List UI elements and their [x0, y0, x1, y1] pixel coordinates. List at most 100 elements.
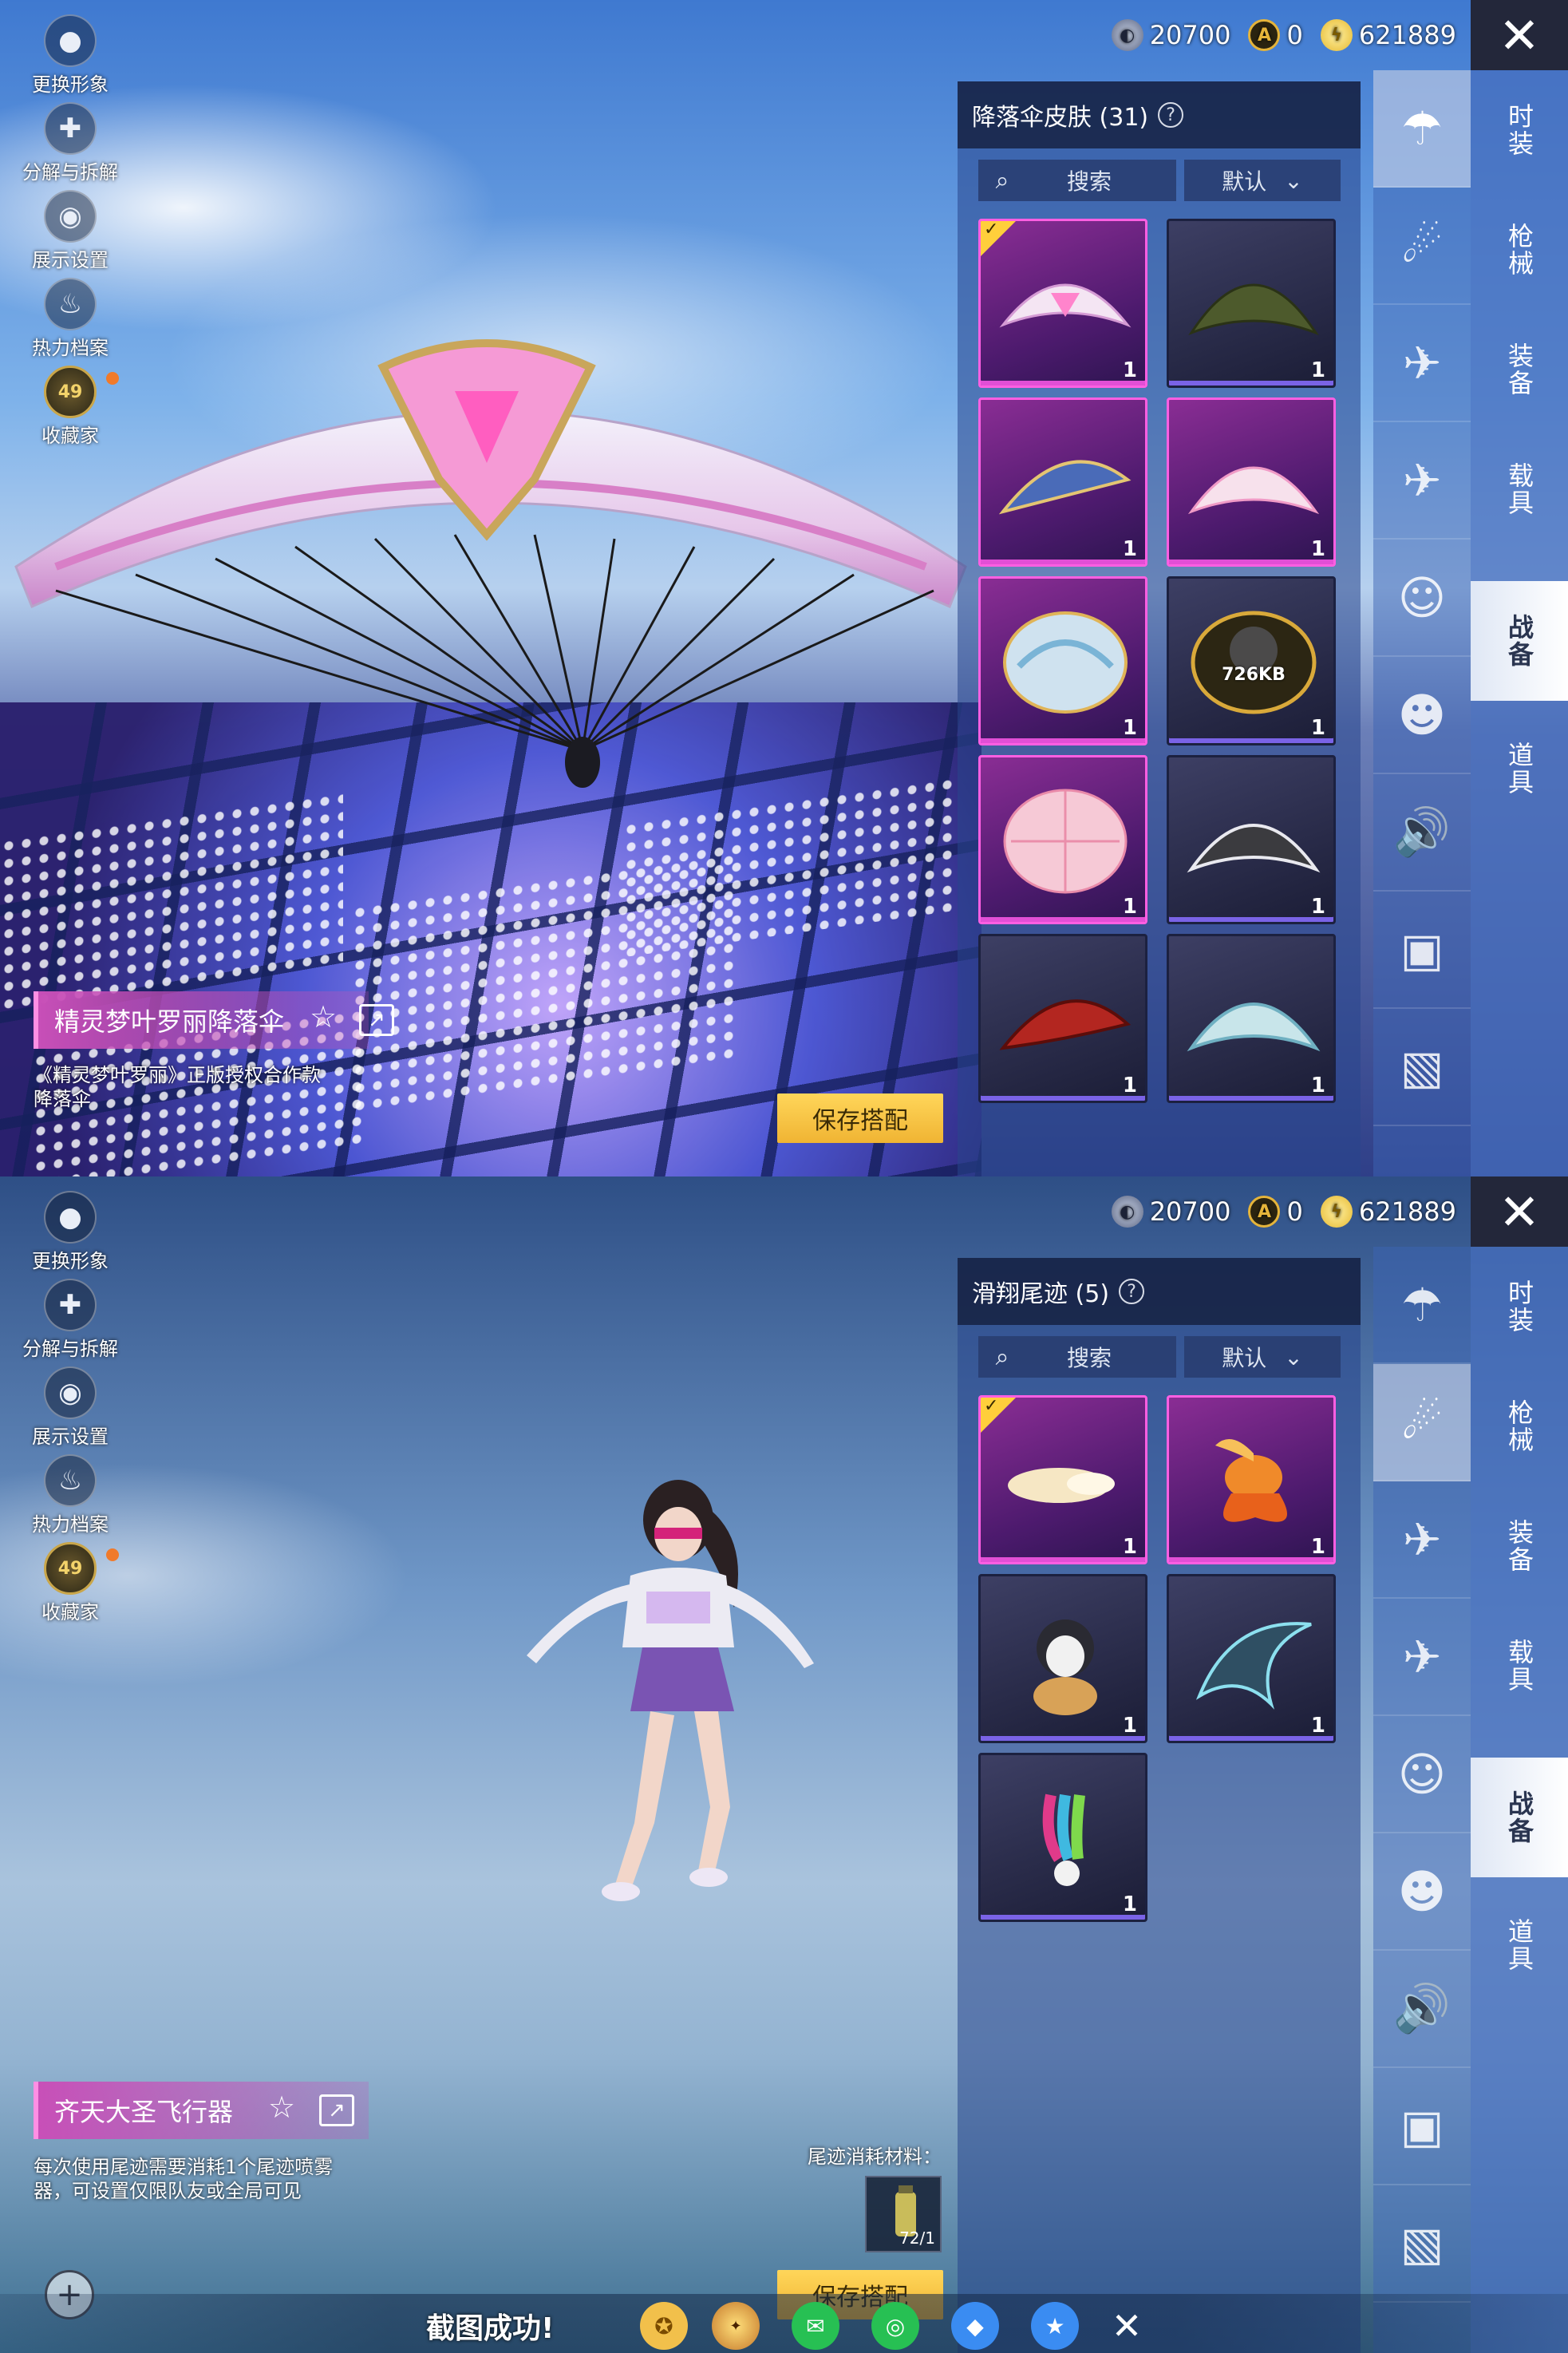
voice-icon[interactable]: 🔊: [1373, 774, 1471, 892]
favorite-star-icon[interactable]: ☆: [310, 999, 337, 1034]
disassemble-label: 分解与拆解: [22, 161, 118, 184]
item-slot[interactable]: 1: [1167, 219, 1336, 388]
emote-icon[interactable]: ☺: [1373, 1716, 1471, 1833]
airplane-icon[interactable]: ✈: [1373, 1599, 1471, 1716]
tab-weapons[interactable]: 枪械: [1471, 190, 1568, 310]
trail-thumb: [1008, 1468, 1115, 1503]
avatar-icon: ●: [44, 14, 97, 67]
tab-props[interactable]: 道具: [1471, 709, 1568, 828]
disassemble-button[interactable]: ✚ 分解与拆解: [14, 1279, 126, 1366]
close-share-button[interactable]: ✕: [1104, 2304, 1149, 2348]
item-name-banner: 齐天大圣飞行器: [34, 2082, 369, 2139]
change-avatar-button[interactable]: ● 更换形象: [14, 14, 126, 102]
tab-equipment[interactable]: 装备: [1471, 1486, 1568, 1606]
share-icon[interactable]: ↗: [359, 1004, 394, 1036]
tab-vehicles[interactable]: 载具: [1471, 1606, 1568, 1726]
tab-battle-gear[interactable]: 战备: [1471, 581, 1568, 701]
qq-icon[interactable]: ◆: [951, 2302, 999, 2350]
item-slot[interactable]: 1: [978, 755, 1147, 924]
search-icon: ⌕: [995, 166, 1009, 195]
coupon-balance: ◐ 20700: [1111, 1196, 1230, 1228]
voice-icon[interactable]: 🔊: [1373, 1951, 1471, 2068]
item-slot[interactable]: ✓ 1: [978, 219, 1147, 388]
avatar-icon: ●: [44, 1191, 97, 1244]
item-description: 每次使用尾迹需要消耗1个尾迹喷雾器，可设置仅限队友或全局可见: [34, 2156, 334, 2202]
category-rail: 时装 枪械 装备 载具 战备 道具: [1471, 70, 1568, 1176]
close-button[interactable]: ✕: [1471, 1176, 1568, 1247]
item-slot[interactable]: 1: [1167, 1574, 1336, 1743]
collector-button[interactable]: 49 收藏家: [14, 1542, 126, 1630]
parachute-icon[interactable]: ☂: [1373, 1247, 1471, 1364]
search-input[interactable]: ⌕ 搜索: [978, 160, 1176, 201]
search-label: 搜索: [1066, 1345, 1112, 1371]
gold-value: 0: [1286, 1196, 1303, 1227]
tab-weapons[interactable]: 枪械: [1471, 1366, 1568, 1486]
parachute-thumb: [1003, 789, 1128, 894]
item-slot[interactable]: 1: [978, 576, 1147, 745]
check-icon: ✓: [984, 219, 999, 239]
gallery-icon[interactable]: ▧: [1373, 2185, 1471, 2303]
share-icon[interactable]: ↗: [319, 2094, 354, 2126]
item-slot[interactable]: ✓ 1: [978, 1395, 1147, 1564]
tab-props[interactable]: 道具: [1471, 1885, 1568, 2005]
tab-fashion[interactable]: 时装: [1471, 1247, 1568, 1366]
search-label: 搜索: [1066, 168, 1112, 195]
tab-fashion[interactable]: 时装: [1471, 70, 1568, 190]
favorite-star-icon[interactable]: ☆: [268, 2090, 295, 2125]
item-slot[interactable]: 1: [978, 934, 1147, 1103]
parachute-icon[interactable]: ☂: [1373, 70, 1471, 188]
plane-icon[interactable]: ✈: [1373, 1481, 1471, 1599]
save-outfit-button[interactable]: 保存搭配: [777, 1093, 943, 1143]
companion-icon[interactable]: ☻: [1373, 1833, 1471, 1951]
disassemble-button[interactable]: ✚ 分解与拆解: [14, 102, 126, 190]
sort-dropdown[interactable]: 默认 ⌄: [1184, 160, 1341, 201]
item-slot[interactable]: 1: [1167, 1395, 1336, 1564]
character-preview[interactable]: [495, 1472, 830, 1919]
skydiver-icon[interactable]: ☄: [1373, 188, 1471, 305]
heat-archive-button[interactable]: ♨ 热力档案: [14, 1454, 126, 1542]
tab-battle-gear[interactable]: 战备: [1471, 1758, 1568, 1877]
help-icon[interactable]: ?: [1158, 102, 1184, 128]
companion-icon[interactable]: ☻: [1373, 657, 1471, 774]
item-slot[interactable]: 1: [1167, 397, 1336, 567]
coupon-balance: ◐ 20700: [1111, 19, 1230, 51]
item-slot[interactable]: 1: [978, 1753, 1147, 1922]
search-input[interactable]: ⌕ 搜索: [978, 1336, 1176, 1378]
game-center-icon[interactable]: ✪: [640, 2302, 688, 2350]
parachute-thumb: [999, 999, 1132, 1050]
airplane-icon[interactable]: ✈: [1373, 422, 1471, 540]
emote-icon[interactable]: ☺: [1373, 540, 1471, 657]
display-settings-button[interactable]: ◉ 展示设置: [14, 1366, 126, 1454]
item-slot[interactable]: 1: [978, 397, 1147, 567]
puzzle-icon: ✚: [44, 1279, 97, 1331]
tab-vehicles[interactable]: 载具: [1471, 429, 1568, 549]
collector-button[interactable]: 49 收藏家: [14, 366, 126, 453]
heat-archive-button[interactable]: ♨ 热力档案: [14, 278, 126, 366]
skydiver-icon[interactable]: ☄: [1373, 1364, 1471, 1481]
chat-icon[interactable]: ▣: [1373, 2068, 1471, 2185]
display-settings-button[interactable]: ◉ 展示设置: [14, 190, 126, 278]
item-name: 齐天大圣飞行器: [54, 2097, 234, 2127]
peace-elite-icon[interactable]: ✦: [712, 2302, 760, 2350]
item-slot[interactable]: 1: [978, 1574, 1147, 1743]
gallery-icon[interactable]: ▧: [1373, 1009, 1471, 1126]
change-avatar-button[interactable]: ● 更换形象: [14, 1191, 126, 1279]
trail-sprayer-slot[interactable]: 72/1: [865, 2176, 942, 2252]
chat-icon[interactable]: ▣: [1373, 892, 1471, 1009]
plane-icon[interactable]: ✈: [1373, 305, 1471, 422]
qzone-icon[interactable]: ★: [1031, 2302, 1079, 2350]
change-avatar-label: 更换形象: [32, 1250, 109, 1272]
wechat-icon[interactable]: ✉: [792, 2302, 839, 2350]
sort-dropdown[interactable]: 默认 ⌄: [1184, 1336, 1341, 1378]
coupon-icon: ◐: [1111, 19, 1143, 51]
item-slot[interactable]: 726KB 1: [1167, 576, 1336, 745]
help-icon[interactable]: ?: [1119, 1279, 1145, 1304]
eye-icon: ◉: [44, 190, 97, 243]
disassemble-label: 分解与拆解: [22, 1338, 118, 1360]
close-button[interactable]: ✕: [1471, 0, 1568, 70]
parachute-preview[interactable]: [8, 303, 974, 798]
tab-equipment[interactable]: 装备: [1471, 310, 1568, 429]
moments-icon[interactable]: ◎: [871, 2302, 919, 2350]
item-slot[interactable]: 1: [1167, 934, 1336, 1103]
item-slot[interactable]: 1: [1167, 755, 1336, 924]
